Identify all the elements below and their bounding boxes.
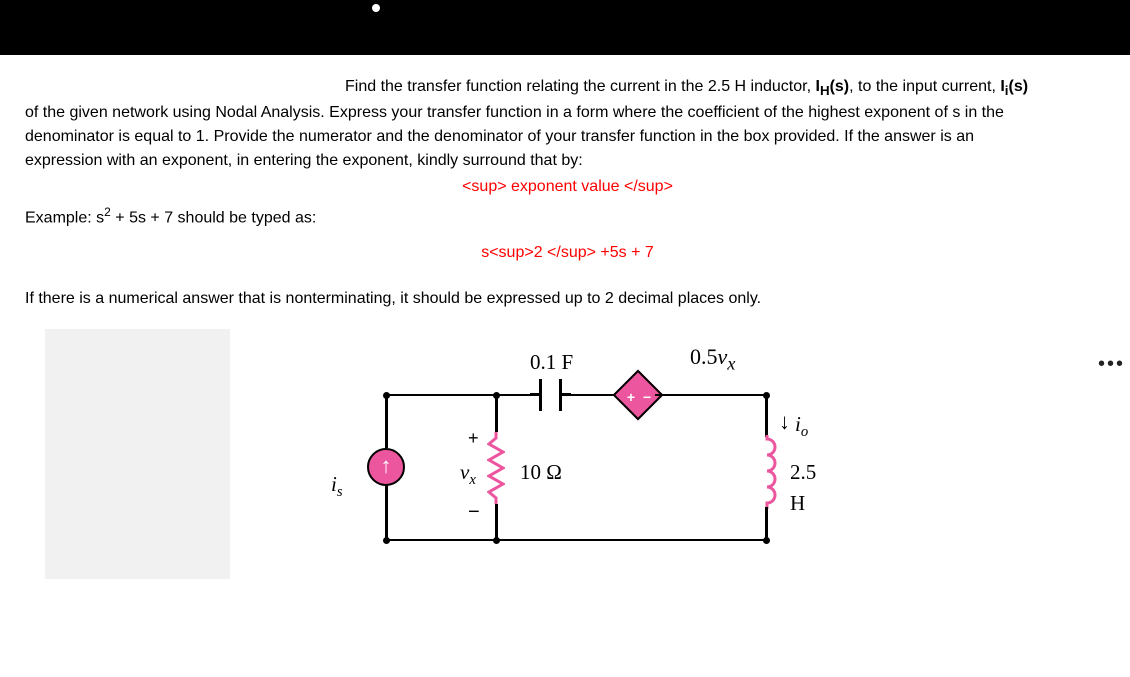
- wire: [565, 394, 608, 397]
- circuit-figure: ••• + − ↑: [25, 329, 1125, 579]
- problem-text: denominator is equal to 1. Provide the n…: [25, 125, 1110, 149]
- current-source-arrow-icon: ↑: [381, 455, 392, 477]
- vx-plus-label: +: [468, 425, 479, 452]
- wire: [385, 394, 497, 397]
- node-dot-icon: [763, 537, 770, 544]
- sup-hint: <sup> exponent value </sup>: [25, 175, 1110, 199]
- wire: [495, 504, 498, 541]
- problem-text: expression with an exponent, in entering…: [25, 149, 1110, 173]
- resistor-icon: [487, 432, 505, 504]
- current-source-icon: ↑: [367, 448, 405, 486]
- circuit-schematic: + − ↑: [325, 339, 825, 559]
- problem-text: of the given network using Nodal Analysi…: [25, 101, 1110, 125]
- capacitor-label: 0.1 F: [530, 347, 573, 379]
- node-dot-icon: [383, 537, 390, 544]
- inductor-label: 2.5 H: [790, 457, 825, 520]
- wire: [765, 394, 768, 437]
- node-dot-icon: [763, 392, 770, 399]
- node-dot-icon: [493, 537, 500, 544]
- resistor-label: 10 Ω: [520, 457, 562, 489]
- text-fragment: Find the transfer function relating the …: [345, 78, 815, 95]
- problem-text: Find the transfer function relating the …: [25, 75, 1110, 101]
- node-dot-icon: [493, 392, 500, 399]
- wire: [495, 394, 498, 432]
- dependent-source-label: 0.5vx: [690, 340, 735, 378]
- inductor-icon: [757, 435, 777, 509]
- symbol-ih: IH(s): [815, 78, 849, 95]
- vx-label: vx: [460, 457, 476, 491]
- wire: [530, 393, 539, 396]
- wire: [385, 539, 497, 542]
- wire: [385, 485, 388, 541]
- header-bar: [0, 0, 1130, 55]
- figure-background-block: [45, 329, 230, 579]
- symbol-ii: Ii(s): [1000, 78, 1028, 95]
- dependent-source-polarity: + −: [625, 387, 655, 408]
- ellipsis-icon: •••: [1098, 349, 1125, 379]
- capacitor-plate-icon: [539, 379, 542, 411]
- node-dot-icon: [383, 392, 390, 399]
- input-current-label: is: [331, 469, 343, 503]
- example-typed: s<sup>2 </sup> +5s + 7: [25, 241, 1110, 265]
- io-arrow-icon: ↓: [779, 405, 790, 438]
- wire: [655, 394, 765, 397]
- header-dot-icon: [372, 4, 380, 12]
- example-label: Example: s2 + 5s + 7 should be typed as:: [25, 203, 1110, 230]
- nonterminating-note: If there is a numerical answer that is n…: [25, 287, 1110, 311]
- output-current-label: io: [795, 409, 808, 443]
- wire: [385, 394, 388, 448]
- text-fragment: , to the input current,: [849, 78, 1000, 95]
- vx-minus-label: −: [468, 497, 480, 527]
- wire: [765, 507, 768, 541]
- problem-body: Find the transfer function relating the …: [0, 55, 1130, 599]
